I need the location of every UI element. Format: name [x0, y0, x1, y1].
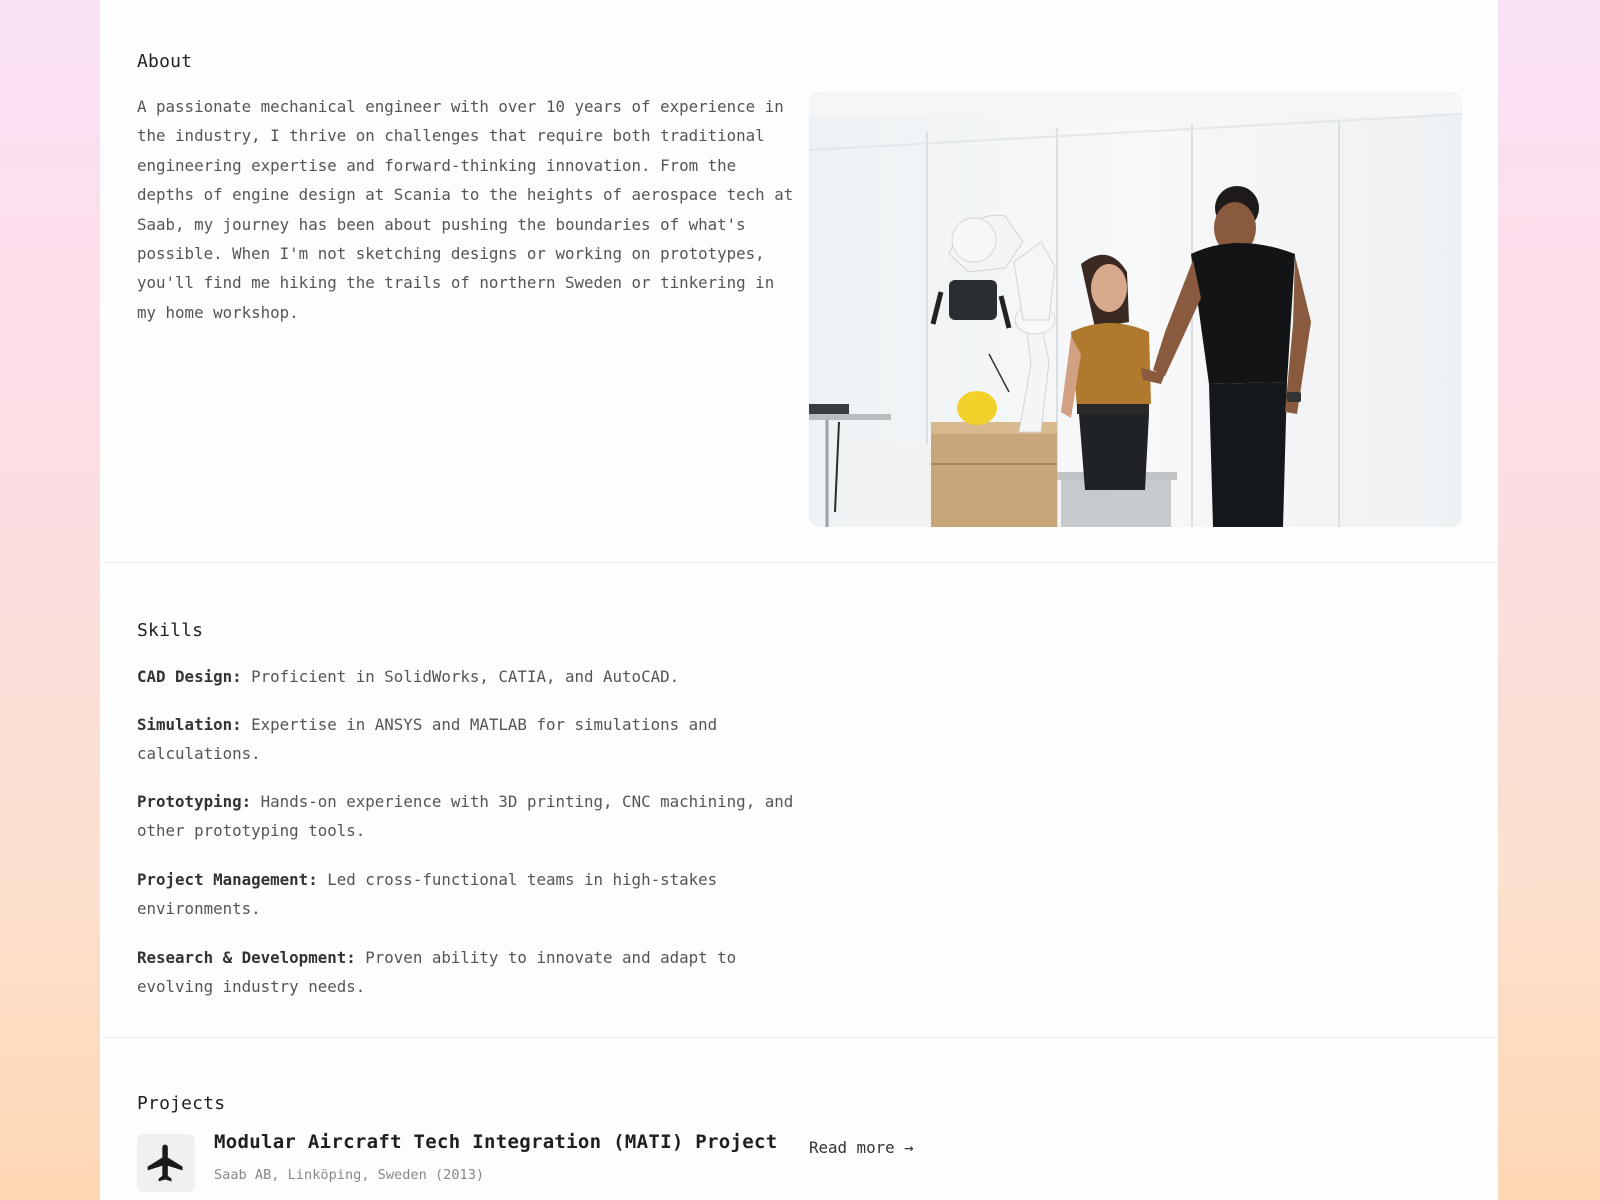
skill-item-cad: CAD Design: Proficient in SolidWorks, CA… — [137, 662, 797, 691]
page-card: About A passionate mechanical engineer w… — [100, 0, 1498, 1200]
read-more-link[interactable]: Read more → — [809, 1138, 914, 1157]
project-title: Modular Aircraft Tech Integration (MATI)… — [214, 1131, 778, 1153]
about-photo — [809, 92, 1462, 527]
skill-item-simulation: Simulation: Expertise in ANSYS and MATLA… — [137, 710, 797, 769]
section-divider — [100, 562, 1498, 563]
skill-name: Project Management: — [137, 870, 318, 889]
about-paragraph: A passionate mechanical engineer with ov… — [137, 97, 794, 322]
skill-item-project-management: Project Management: Led cross-functional… — [137, 865, 797, 924]
skill-name: Prototyping: — [137, 792, 252, 811]
section-divider — [100, 1037, 1498, 1038]
skill-name: CAD Design: — [137, 667, 242, 686]
skill-item-research-development: Research & Development: Proven ability t… — [137, 943, 797, 1002]
skill-description: Proficient in SolidWorks, CATIA, and Aut… — [251, 667, 680, 686]
projects-title: Projects — [137, 1093, 226, 1114]
skill-name: Simulation: — [137, 715, 242, 734]
skills-title: Skills — [137, 620, 204, 641]
about-section: About A passionate mechanical engineer w… — [100, 0, 1498, 562]
about-title: About — [137, 51, 193, 72]
skill-item-prototyping: Prototyping: Hands-on experience with 3D… — [137, 787, 797, 846]
skill-name: Research & Development: — [137, 948, 356, 967]
airplane-icon — [137, 1134, 195, 1192]
project-meta: Saab AB, Linköping, Sweden (2013) — [214, 1167, 485, 1183]
